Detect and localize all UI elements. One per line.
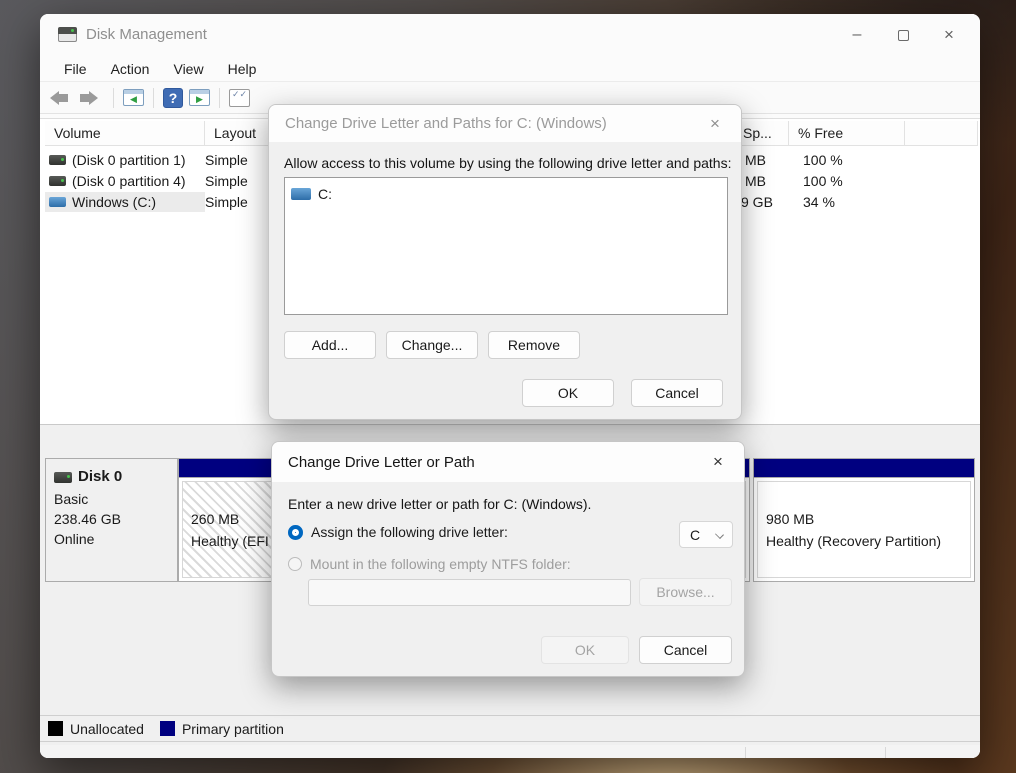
partition-recovery[interactable]: 980 MB Healthy (Recovery Partition) xyxy=(753,458,975,582)
title-bar: Disk Management – × xyxy=(40,14,980,56)
volume-pct-free: 100 % xyxy=(803,152,843,168)
assign-letter-label: Assign the following drive letter: xyxy=(311,524,508,540)
status-bar-divider xyxy=(885,747,886,758)
unallocated-swatch xyxy=(48,721,63,736)
dialog-instruction: Allow access to this volume by using the… xyxy=(284,155,731,171)
list-item[interactable]: C: xyxy=(291,186,721,202)
maximize-button[interactable] xyxy=(880,14,926,56)
partition-color-bar xyxy=(754,459,974,478)
volume-layout: Simple xyxy=(205,173,275,189)
cancel-button[interactable]: Cancel xyxy=(639,636,732,664)
window-title: Disk Management xyxy=(86,26,207,43)
menu-view[interactable]: View xyxy=(161,58,215,80)
menu-action[interactable]: Action xyxy=(99,58,162,80)
drive-paths-listbox[interactable]: C: xyxy=(284,177,728,315)
volume-free-space: MB xyxy=(745,152,766,168)
menu-bar: File Action View Help xyxy=(40,56,980,82)
close-button[interactable]: × xyxy=(926,14,972,56)
volume-name: Windows (C:) xyxy=(72,194,156,210)
toolbar-divider xyxy=(113,88,114,108)
drive-icon xyxy=(49,155,66,165)
drive-letter-item: C: xyxy=(318,186,332,202)
assign-letter-radio[interactable]: Assign the following drive letter: xyxy=(288,524,508,540)
partition-size: 980 MB xyxy=(766,508,970,530)
mount-path-input xyxy=(308,579,631,606)
radio-unselected-icon xyxy=(288,557,302,571)
disk0-info-panel[interactable]: Disk 0 Basic 238.46 GB Online xyxy=(45,458,178,582)
dialog-title: Change Drive Letter or Path xyxy=(288,454,475,471)
dialog-title: Change Drive Letter and Paths for C: (Wi… xyxy=(285,115,607,132)
close-icon[interactable]: × xyxy=(695,105,735,142)
volume-free-space: MB xyxy=(745,173,766,189)
remove-button[interactable]: Remove xyxy=(488,331,580,359)
volume-pct-free: 34 % xyxy=(803,194,835,210)
volume-pct-free: 100 % xyxy=(803,173,843,189)
change-letter-dialog: Change Drive Letter or Path × Enter a ne… xyxy=(271,441,745,677)
console-tree-icon[interactable]: ◀ xyxy=(123,89,144,106)
action-pane-icon[interactable]: ▶ xyxy=(189,89,210,106)
minimize-button[interactable]: – xyxy=(834,14,880,56)
forward-icon[interactable] xyxy=(80,88,104,108)
properties-list-icon[interactable]: ✓✓ xyxy=(229,89,250,107)
dialog-title-bar: Change Drive Letter or Path × xyxy=(272,442,744,482)
legend: Unallocated Primary partition xyxy=(40,715,980,742)
close-icon[interactable]: × xyxy=(698,442,738,482)
volume-free-space: 9 GB xyxy=(741,194,773,210)
mount-folder-label: Mount in the following empty NTFS folder… xyxy=(310,556,571,572)
legend-unallocated-label: Unallocated xyxy=(70,721,144,737)
drive-letter-select[interactable]: C xyxy=(679,521,733,548)
drive-icon xyxy=(49,197,66,207)
drive-icon xyxy=(291,188,311,200)
disk-management-icon xyxy=(58,27,77,42)
dialog-title-bar: Change Drive Letter and Paths for C: (Wi… xyxy=(269,105,741,142)
volume-layout: Simple xyxy=(205,194,275,210)
volume-name: (Disk 0 partition 1) xyxy=(72,152,186,168)
back-icon[interactable] xyxy=(50,88,74,108)
add-button[interactable]: Add... xyxy=(284,331,376,359)
desktop: Disk Management – × File Action View Hel… xyxy=(0,0,1016,773)
maximize-icon xyxy=(898,30,909,41)
disk-size: 238.46 GB xyxy=(54,509,177,529)
partition-status: Healthy (Recovery Partition) xyxy=(766,530,970,552)
help-icon[interactable]: ? xyxy=(163,88,183,108)
primary-partition-swatch xyxy=(160,721,175,736)
toolbar-divider xyxy=(153,88,154,108)
column-header-pct-free[interactable]: % Free xyxy=(789,121,905,146)
disk-name: Disk 0 xyxy=(78,467,122,487)
volume-name: (Disk 0 partition 4) xyxy=(72,173,186,189)
column-header-empty[interactable] xyxy=(905,121,978,146)
radio-selected-icon xyxy=(288,525,303,540)
volume-layout: Simple xyxy=(205,152,275,168)
chevron-down-icon xyxy=(715,530,724,539)
ok-button[interactable]: OK xyxy=(522,379,614,407)
status-bar xyxy=(40,745,980,758)
toolbar-divider xyxy=(219,88,220,108)
menu-file[interactable]: File xyxy=(52,58,99,80)
disk-type: Basic xyxy=(54,489,177,509)
drive-icon xyxy=(49,176,66,186)
disk-icon xyxy=(54,472,72,483)
mount-folder-radio: Mount in the following empty NTFS folder… xyxy=(288,556,571,572)
drive-letter-value: C xyxy=(690,527,700,543)
cancel-button[interactable]: Cancel xyxy=(631,379,723,407)
change-button[interactable]: Change... xyxy=(386,331,478,359)
ok-button: OK xyxy=(541,636,629,664)
dialog-instruction: Enter a new drive letter or path for C: … xyxy=(288,496,591,512)
status-bar-divider xyxy=(745,747,746,758)
disk-status: Online xyxy=(54,529,177,549)
legend-primary-label: Primary partition xyxy=(182,721,284,737)
menu-help[interactable]: Help xyxy=(216,58,269,80)
column-header-volume[interactable]: Volume xyxy=(45,121,205,146)
change-paths-dialog: Change Drive Letter and Paths for C: (Wi… xyxy=(268,104,742,420)
browse-button: Browse... xyxy=(639,578,732,606)
